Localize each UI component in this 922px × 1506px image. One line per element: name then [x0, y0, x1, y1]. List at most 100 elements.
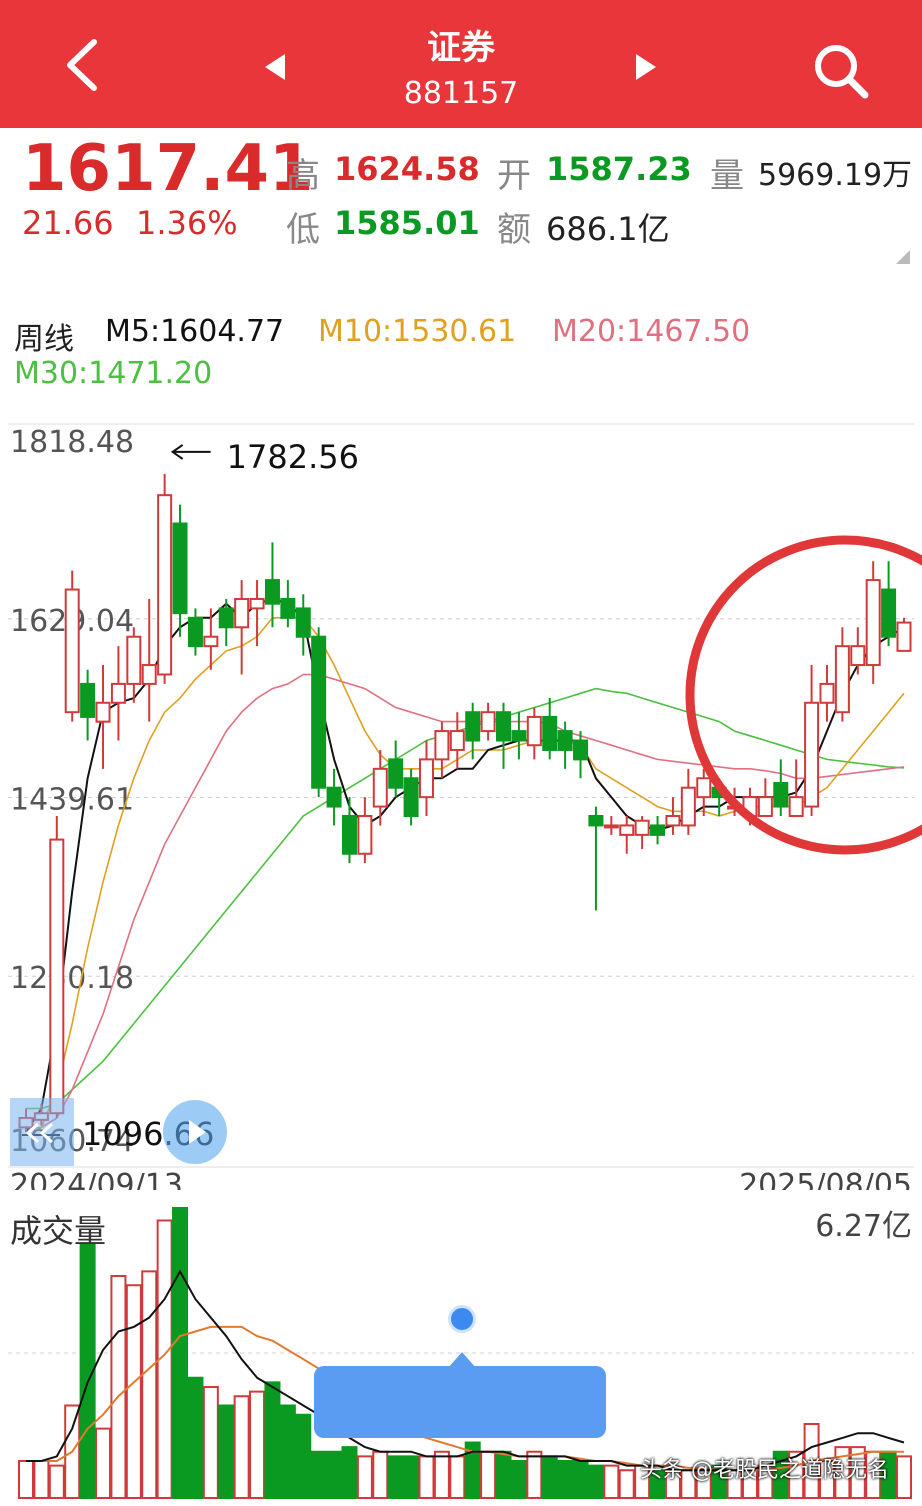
candle-body — [295, 607, 311, 638]
candle-body — [434, 730, 450, 761]
candle-body — [311, 635, 327, 789]
volume-bar — [95, 1427, 112, 1499]
candle-body — [850, 645, 866, 667]
volume-label: 量 — [710, 156, 744, 196]
volume-bar — [372, 1450, 389, 1499]
volume-bar — [310, 1450, 327, 1499]
candle-body — [665, 815, 681, 827]
volume-bar — [480, 1450, 497, 1499]
volume-bar — [341, 1446, 358, 1499]
candle-body — [126, 635, 142, 685]
volume-bar — [557, 1459, 574, 1500]
candle-body — [280, 597, 296, 619]
low-value: 1585.01 — [334, 204, 480, 242]
volume-bar — [202, 1385, 219, 1499]
open-label: 开 — [497, 156, 531, 196]
volume-bar — [495, 1450, 512, 1499]
amount-label: 额 — [497, 210, 531, 250]
scroll-dot-icon[interactable] — [448, 1305, 476, 1333]
high-label: 高 — [286, 156, 320, 196]
candle-body — [157, 494, 173, 676]
period-label[interactable]: 周线 — [14, 314, 74, 358]
candle-body — [357, 815, 373, 855]
play-icon — [189, 1120, 206, 1144]
amount-value: 686.1亿 — [546, 210, 670, 248]
volume-bar — [279, 1404, 296, 1500]
high-annotation: 1782.56 — [227, 438, 359, 476]
candle-body — [418, 758, 434, 799]
candle-body — [187, 616, 203, 648]
volume-bar — [125, 1284, 142, 1499]
candle-body — [49, 838, 65, 1115]
volume-bar — [233, 1395, 250, 1500]
kline-chart[interactable]: 1818.481629.041439.611250.181060.741782.… — [0, 410, 922, 1190]
m5-line — [25, 597, 905, 1133]
candle-body — [819, 682, 835, 704]
search-icon[interactable] — [810, 40, 872, 102]
candle-body — [788, 796, 804, 818]
volume-bar — [187, 1376, 204, 1499]
y-tick-label: 1250.18 — [10, 961, 134, 996]
candle-body — [619, 824, 635, 836]
candle-body — [804, 701, 820, 808]
ma5-legend: M5:1604.77 — [105, 314, 285, 349]
candle-body — [757, 796, 773, 818]
volume-bar — [403, 1455, 420, 1499]
expand-corner-icon[interactable] — [896, 250, 910, 264]
volume-bar — [110, 1274, 127, 1499]
candle-body — [264, 579, 280, 605]
volume-bar — [326, 1450, 343, 1499]
price-change: 21.66 — [22, 204, 114, 242]
candle-body — [896, 621, 912, 652]
candle-body — [64, 588, 80, 714]
volume-bar — [264, 1381, 281, 1499]
m10-line — [25, 617, 905, 1133]
volume-bar — [603, 1464, 620, 1499]
volume-bar — [172, 1207, 189, 1499]
candle-body — [603, 824, 619, 829]
candle-body — [203, 635, 219, 648]
candle-body — [680, 786, 696, 827]
volume-bar — [48, 1464, 65, 1499]
volume-bar — [572, 1459, 589, 1500]
ma30-legend: M30:1471.20 — [14, 356, 213, 391]
volume-bar — [141, 1270, 158, 1499]
candle-body — [511, 730, 527, 742]
candle-body — [526, 715, 542, 747]
candle-body — [465, 711, 481, 742]
candle-body — [696, 777, 712, 799]
next-stock-icon[interactable] — [634, 52, 658, 82]
candle-body — [141, 664, 157, 685]
volume-bar — [433, 1450, 450, 1499]
top-bar: 证券 881157 — [0, 0, 922, 128]
volume-title: 成交量 — [10, 1212, 106, 1250]
volume-bar — [541, 1455, 558, 1499]
candle-body — [403, 777, 419, 818]
volume-bar — [33, 1459, 50, 1500]
ma10-legend: M10:1530.61 — [318, 314, 517, 349]
watermark: 头条 @老股民之道隐无名 — [640, 1458, 889, 1483]
volume-bar — [526, 1450, 543, 1499]
candle-body — [480, 711, 496, 733]
volume-bar — [218, 1404, 235, 1500]
volume-bar — [587, 1464, 604, 1499]
volume-bar — [18, 1459, 34, 1500]
candle-body — [449, 730, 465, 751]
date-start-label: 2024/09/13 — [10, 1168, 183, 1190]
candle-body — [234, 597, 250, 629]
candle-body — [557, 730, 573, 751]
candle-body — [834, 645, 850, 714]
candle-body — [588, 815, 604, 827]
y-tick-label: 1818.48 — [10, 425, 134, 460]
candle-body — [80, 682, 96, 718]
candle-body — [172, 522, 188, 615]
candle-body — [573, 739, 589, 761]
volume-bar — [449, 1455, 466, 1499]
candle-body — [218, 607, 234, 629]
candle-body — [249, 597, 265, 610]
blurred-tooltip[interactable] — [314, 1366, 606, 1438]
volume-bar — [510, 1459, 527, 1500]
candle-body — [773, 781, 789, 808]
date-end-label: 2025/08/05 — [739, 1168, 912, 1190]
volume-bar — [387, 1455, 404, 1499]
